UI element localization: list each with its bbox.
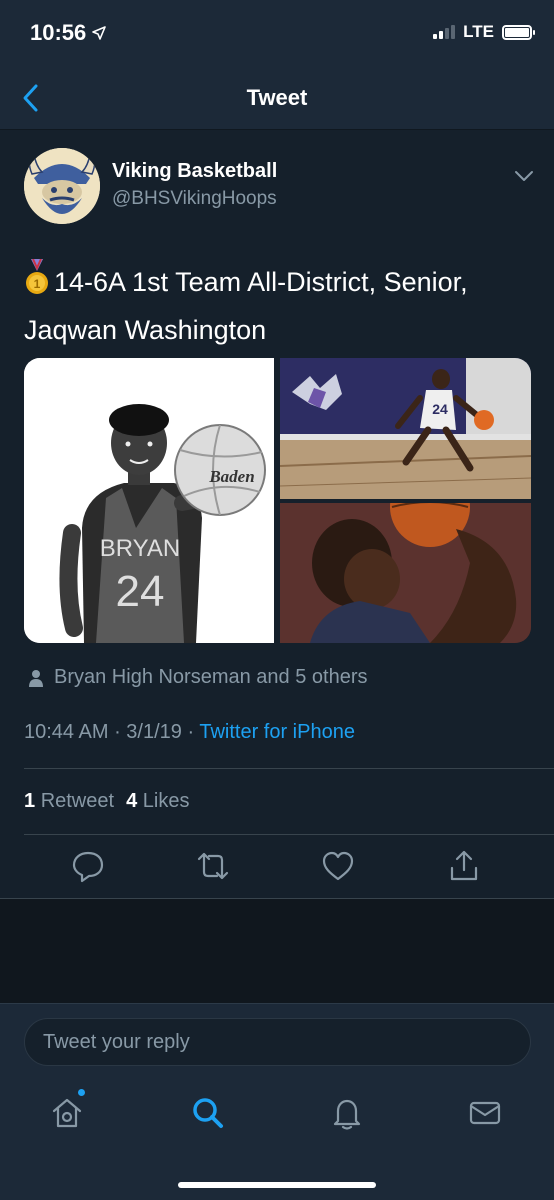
bottom-bar: Tweet your reply [0, 1003, 554, 1200]
divider [24, 768, 554, 769]
medal-icon: 1 [26, 259, 48, 294]
status-indicators: LTE [433, 22, 535, 42]
battery-icon [502, 24, 535, 40]
tweet-time: 10:44 AM [24, 721, 109, 743]
media-photo-portrait[interactable]: Baden BRYAN 24 [24, 358, 274, 643]
search-icon[interactable] [191, 1096, 225, 1130]
author-handle[interactable]: @BHSVikingHoops [112, 188, 277, 210]
notifications-bell-icon[interactable] [330, 1096, 364, 1130]
jersey-number-text: 24 [116, 567, 165, 616]
tweet-body: 14-6A 1st Team All-District, Senior, Jaq… [24, 267, 468, 345]
avatar[interactable] [24, 148, 100, 224]
media-photo-dribbling[interactable]: 24 [279, 358, 531, 499]
ball-brand-text: Baden [208, 467, 254, 486]
jersey-team-text: BRYAN [100, 535, 180, 562]
status-bar: 10:56 LTE [0, 0, 554, 66]
viking-logo-icon [24, 148, 100, 224]
page-title: Tweet [246, 85, 308, 110]
tweet-text: 1 14-6A 1st Team All-District, Senior, J… [24, 258, 534, 354]
signal-icon [433, 25, 456, 39]
vikings-jersey-number: 24 [432, 401, 448, 417]
network-type: LTE [463, 22, 494, 41]
messages-envelope-icon[interactable] [468, 1096, 502, 1130]
empty-area [0, 899, 554, 1003]
engagement-counts: 1 Retweet 4 Likes [24, 790, 189, 813]
retweets-count[interactable]: 1 Retweet [24, 790, 114, 813]
reply-icon[interactable] [70, 848, 106, 884]
likes-count[interactable]: 4 Likes [126, 790, 189, 813]
media-grid: Baden BRYAN 24 24 [24, 358, 531, 643]
tweet-timestamp: 10:44 AM · 3/1/19 · Twitter for iPhone [24, 721, 355, 743]
like-heart-icon[interactable] [320, 848, 356, 884]
media-photo-shooting[interactable] [280, 467, 531, 643]
person-icon [29, 669, 43, 687]
home-indicator [178, 1182, 376, 1188]
tweet-date: 3/1/19 [126, 721, 182, 743]
location-arrow-icon [92, 26, 107, 40]
home-icon[interactable] [50, 1096, 84, 1130]
social-context-text: Bryan High Norseman and 5 others [54, 666, 368, 688]
tweet-actions [0, 848, 554, 888]
divider [24, 834, 554, 835]
svg-text:1: 1 [34, 277, 41, 291]
social-context[interactable]: Bryan High Norseman and 5 others [28, 666, 368, 689]
tweet-source-link[interactable]: Twitter for iPhone [199, 721, 355, 743]
retweet-icon[interactable] [195, 848, 231, 884]
nav-bar: Tweet [0, 66, 554, 130]
chevron-down-icon[interactable] [512, 166, 536, 186]
status-time: 10:56 [30, 20, 107, 46]
author-name[interactable]: Viking Basketball [112, 160, 277, 183]
reply-input[interactable]: Tweet your reply [24, 1018, 531, 1066]
home-notification-dot [77, 1088, 86, 1097]
share-icon[interactable] [446, 848, 482, 884]
